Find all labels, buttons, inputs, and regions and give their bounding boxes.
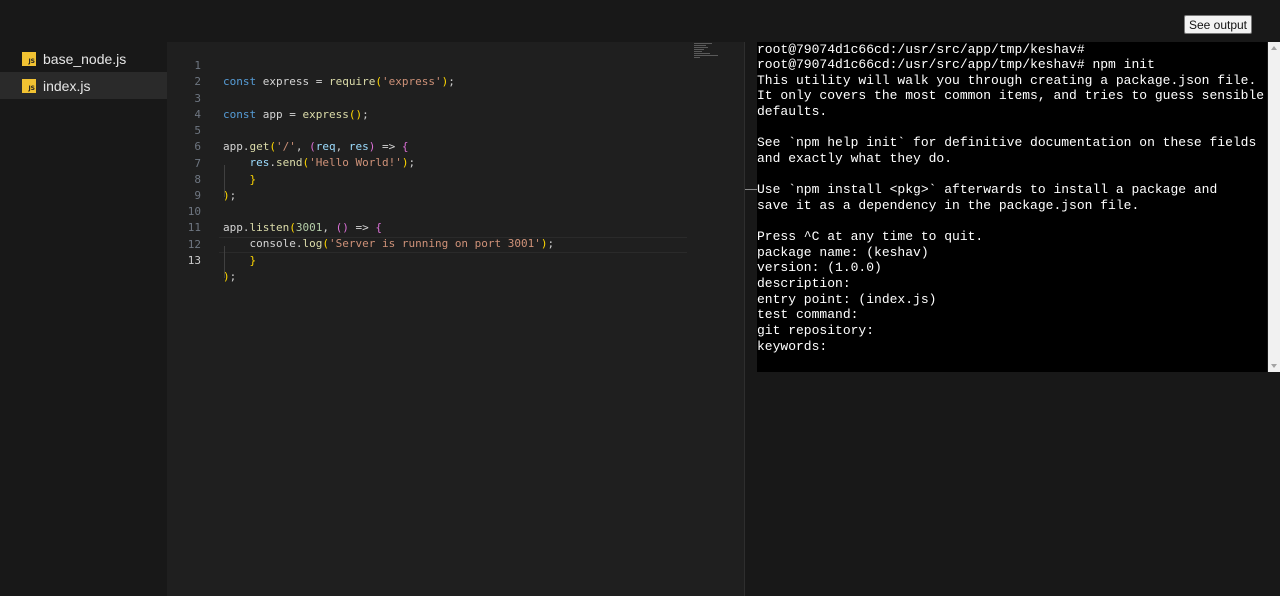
minimap[interactable] [694, 42, 744, 72]
terminal-output[interactable]: root@79074d1c66cd:/usr/src/app/tmp/kesha… [757, 42, 1267, 372]
terminal-line: keywords: [757, 339, 828, 354]
terminal-line: save it as a dependency in the package.j… [757, 198, 1140, 213]
file-name: index.js [43, 77, 91, 94]
editor-divider [744, 42, 745, 596]
code-text: } [249, 254, 257, 267]
terminal-line: root@79074d1c66cd:/usr/src/app/tmp/kesha… [757, 57, 1155, 72]
terminal-line: test command: [757, 307, 859, 322]
terminal-line: and exactly what they do. [757, 151, 953, 166]
code-line: 11 console.log('Server is running on por… [167, 204, 744, 250]
code-line: 3 const app = express(); [167, 75, 744, 121]
code-line: 8 ); [167, 156, 744, 202]
terminal-line: defaults. [757, 104, 828, 119]
file-name: base_node.js [43, 50, 127, 67]
terminal-line: entry point: (index.js) [757, 292, 937, 307]
code-line: 5 app.get('/', (req, res) => { [167, 107, 744, 153]
see-output-button[interactable]: See output [1184, 15, 1252, 34]
file-explorer-sidebar: JS base_node.js JS index.js [0, 42, 167, 596]
terminal-line: git repository: [757, 323, 875, 338]
file-item-base-node[interactable]: JS base_node.js [0, 45, 167, 72]
js-file-icon: JS [22, 51, 36, 66]
code-line: 1 const express = require('express'); [167, 42, 744, 88]
code-line: 7 } [167, 140, 744, 186]
terminal-line: Use `npm install <pkg>` afterwards to in… [757, 182, 1218, 197]
code-line: 9 [167, 172, 744, 202]
terminal-line: version: (1.0.0) [757, 260, 882, 275]
code-editor[interactable]: 1 const express = require('express'); 2 … [167, 42, 744, 596]
scroll-down-icon[interactable] [1271, 364, 1277, 368]
code-line: 4 [167, 91, 744, 121]
resize-handle[interactable] [745, 189, 757, 190]
terminal-line: root@79074d1c66cd:/usr/src/app/tmp/kesha… [757, 42, 1085, 57]
terminal-line: description: [757, 276, 851, 291]
code-line: 12 } [167, 221, 744, 267]
terminal-scrollbar[interactable] [1268, 42, 1280, 372]
terminal-line: Press ^C at any time to quit. [757, 229, 984, 244]
code-line: 10 app.listen(3001, () => { [167, 188, 744, 234]
terminal-line: package name: (keshav) [757, 245, 929, 260]
scroll-up-icon[interactable] [1271, 46, 1277, 50]
code-line: 13 ); [167, 237, 744, 283]
top-bar: See output [0, 0, 1280, 42]
code-line: 2 [167, 58, 744, 88]
file-item-index[interactable]: JS index.js [0, 72, 167, 99]
terminal-line: See `npm help init` for definitive docum… [757, 135, 1257, 150]
js-file-icon: JS [22, 78, 36, 93]
code-text: ); [223, 270, 237, 283]
terminal-line: This utility will walk you through creat… [757, 73, 1257, 88]
terminal-line: It only covers the most common items, an… [757, 88, 1265, 103]
code-line: 6 res.send('Hello World!'); [167, 123, 744, 169]
line-number: 13 [187, 254, 201, 267]
